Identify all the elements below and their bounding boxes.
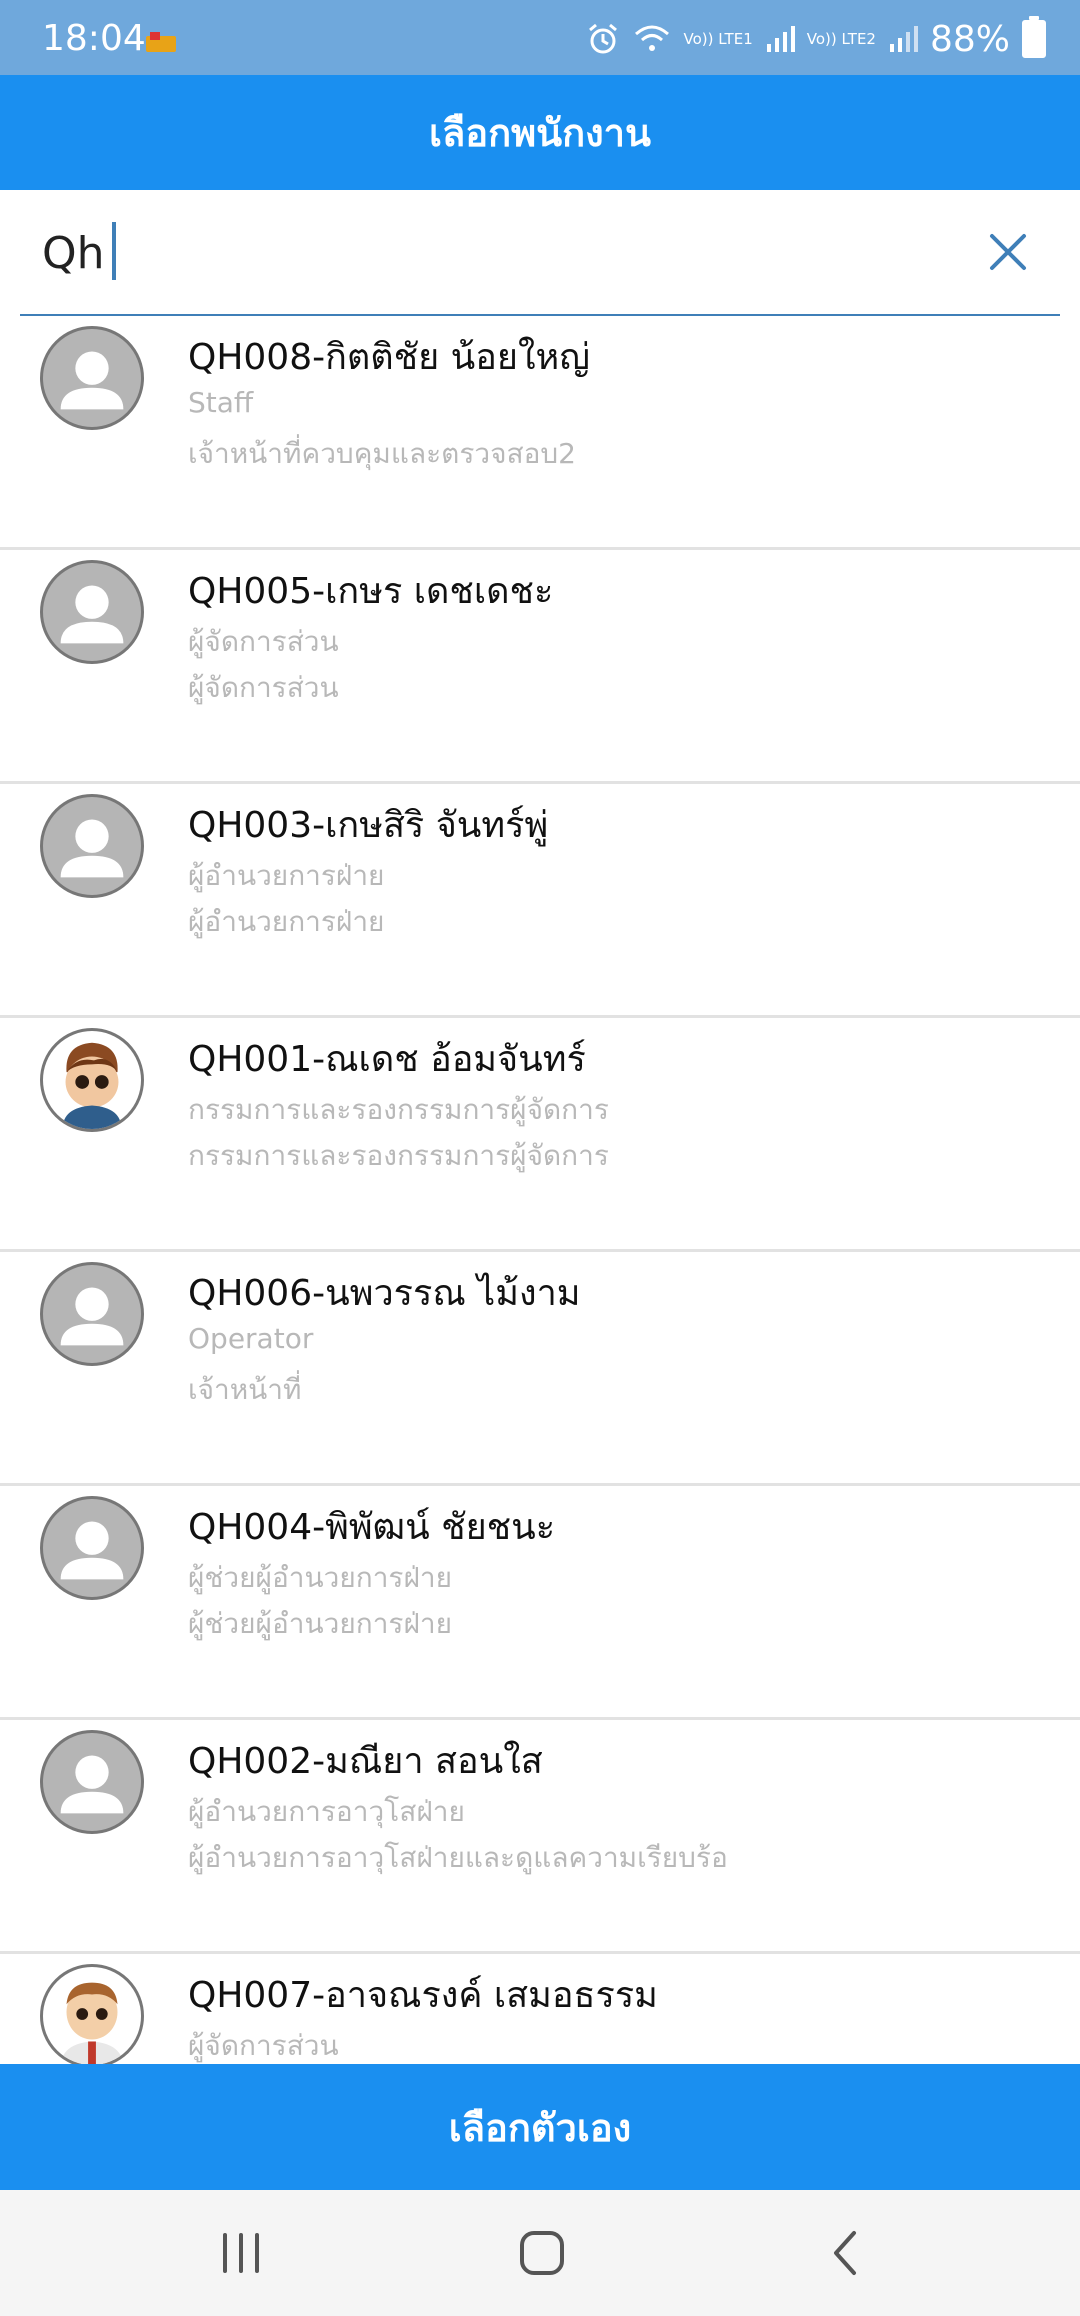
- page-title: เลือกพนักงาน: [428, 111, 651, 155]
- recents-icon[interactable]: [211, 2223, 271, 2283]
- system-nav-bar: [0, 2190, 1080, 2316]
- list-item[interactable]: QH005-เกษร เดชเดชะ ผู้จัดการส่วน ผู้จัดก…: [0, 550, 1080, 784]
- person-icon: [40, 1262, 144, 1366]
- signal-icon: [889, 26, 918, 52]
- avatar-photo: [40, 1028, 144, 1132]
- list-item[interactable]: QH006-นพวรรณ ไม้งาม Operator เจ้าหน้าที่: [0, 1252, 1080, 1486]
- list-item[interactable]: QH003-เกษสิริ จันทร์พู่ ผู้อำนวยการฝ่าย …: [0, 784, 1080, 1018]
- app-notification-icon: [146, 32, 176, 52]
- person-icon: [40, 794, 144, 898]
- status-time: 18:04: [42, 18, 146, 59]
- signal-icon: [766, 26, 795, 52]
- employee-title: ผู้ช่วยผู้อำนวยการฝ่าย: [188, 1607, 453, 1640]
- alarm-icon: [588, 23, 617, 54]
- search-input[interactable]: [40, 220, 944, 286]
- list-item[interactable]: QH007-อาจณรงค์ เสมอธรรม ผู้จัดการส่วน: [0, 1954, 1080, 2064]
- employee-position: ผู้ช่วยผู้อำนวยการฝ่าย: [188, 1561, 453, 1594]
- list-item[interactable]: QH002-มณียา สอนใส ผู้อำนวยการอาวุโสฝ่าย …: [0, 1720, 1080, 1954]
- close-icon[interactable]: [984, 228, 1032, 276]
- employee-title: เจ้าหน้าที่ควบคุมและตรวจสอบ2: [188, 437, 576, 470]
- employee-position: Operator: [188, 1322, 314, 1355]
- select-self-button[interactable]: เลือกตัวเอง: [0, 2064, 1080, 2190]
- wifi-icon: [634, 25, 669, 51]
- employee-name: QH005-เกษร เดชเดชะ: [188, 571, 554, 612]
- employee-name: QH004-พิพัฒน์ ชัยชนะ: [188, 1507, 556, 1548]
- employee-position: ผู้อำนวยการอาวุโสฝ่าย: [188, 1795, 465, 1828]
- person-icon: [40, 560, 144, 664]
- employee-position: ผู้จัดการส่วน: [188, 625, 339, 658]
- battery-icon: [1022, 16, 1046, 58]
- employee-title: ผู้อำนวยการฝ่าย: [188, 905, 385, 938]
- network-lte1: Vo)) LTE1: [683, 30, 753, 48]
- list-item[interactable]: QH008-กิตติชัย น้อยใหญ่ Staff เจ้าหน้าที…: [0, 316, 1080, 550]
- status-icons: Vo)) LTE1 Vo)) LTE2 88%: [586, 14, 1046, 64]
- home-icon[interactable]: [512, 2223, 572, 2283]
- list-item[interactable]: QH001-ณเดช อ้อมจันทร์ กรรมการและรองกรรมก…: [0, 1018, 1080, 1252]
- employee-title: ผู้จัดการส่วน: [188, 671, 339, 704]
- back-icon[interactable]: [816, 2223, 876, 2283]
- employee-position: ผู้จัดการส่วน: [188, 2029, 339, 2062]
- person-icon: [40, 1730, 144, 1834]
- employee-title: กรรมการและรองกรรมการผู้จัดการ: [188, 1139, 609, 1172]
- employee-position: Staff: [188, 386, 254, 419]
- employee-position: ผู้อำนวยการฝ่าย: [188, 859, 385, 892]
- employee-title: ผู้อำนวยการอาวุโสฝ่ายและดูแลความเรียบร้อ: [188, 1841, 728, 1874]
- network-lte2: Vo)) LTE2: [806, 30, 876, 48]
- employee-title: เจ้าหน้าที่: [188, 1373, 302, 1406]
- person-icon: [40, 1496, 144, 1600]
- list-item[interactable]: QH004-พิพัฒน์ ชัยชนะ ผู้ช่วยผู้อำนวยการฝ…: [0, 1486, 1080, 1720]
- employee-name: QH006-นพวรรณ ไม้งาม: [188, 1273, 581, 1314]
- employee-name: QH007-อาจณรงค์ เสมอธรรม: [188, 1975, 658, 2016]
- employee-name: QH003-เกษสิริ จันทร์พู่: [188, 805, 549, 846]
- app-header: เลือกพนักงาน: [0, 75, 1080, 190]
- status-bar: 18:04 Vo)) LTE1 Vo)) LTE2 88%: [0, 0, 1080, 75]
- employee-name: QH001-ณเดช อ้อมจันทร์: [188, 1039, 586, 1080]
- person-icon: [40, 326, 144, 430]
- text-caret: [112, 222, 116, 280]
- employee-name: QH008-กิตติชัย น้อยใหญ่: [188, 337, 590, 378]
- employee-position: กรรมการและรองกรรมการผู้จัดการ: [188, 1093, 609, 1126]
- battery-percent: 88%: [929, 18, 1010, 60]
- search-bar: [20, 190, 1060, 316]
- employee-list[interactable]: QH008-กิตติชัย น้อยใหญ่ Staff เจ้าหน้าที…: [0, 316, 1080, 2064]
- avatar-photo: [40, 1964, 144, 2064]
- employee-name: QH002-มณียา สอนใส: [188, 1741, 543, 1782]
